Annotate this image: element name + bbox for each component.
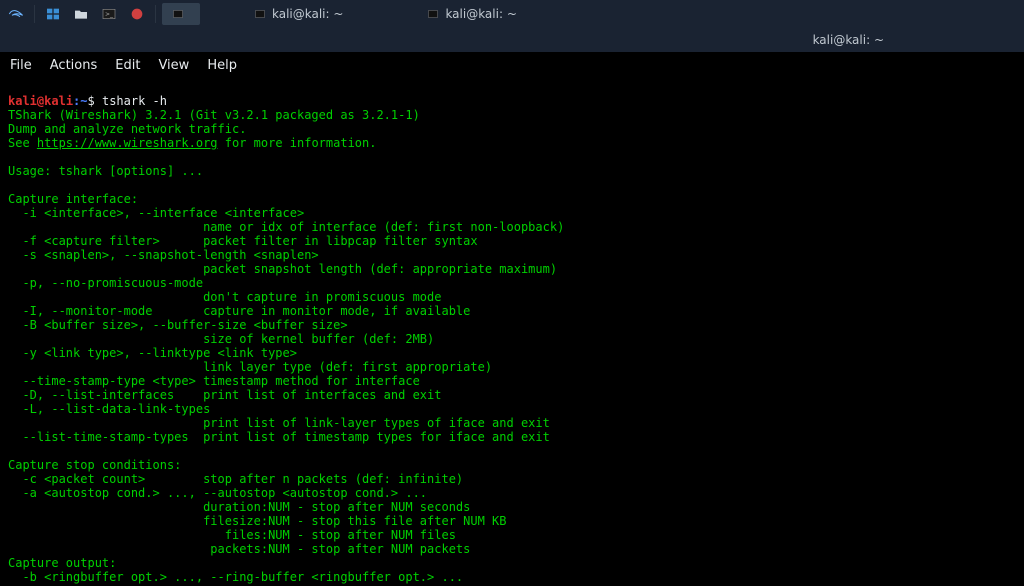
terminal-line: -D, --list-interfaces print list of inte… bbox=[8, 388, 441, 402]
terminal-line: filesize:NUM - stop this file after NUM … bbox=[8, 514, 507, 528]
terminal-line: print list of link-layer types of iface … bbox=[8, 416, 550, 430]
terminal-line: -f <capture filter> packet filter in lib… bbox=[8, 234, 478, 248]
kali-menu-icon[interactable] bbox=[4, 3, 28, 25]
terminal-line: Capture output: bbox=[8, 556, 116, 570]
terminal-line: TShark (Wireshark) 3.2.1 (Git v3.2.1 pac… bbox=[8, 108, 420, 122]
terminal-line: size of kernel buffer (def: 2MB) bbox=[8, 332, 434, 346]
terminal-line: duration:NUM - stop after NUM seconds bbox=[8, 500, 470, 514]
terminal-line: Usage: tshark [options] ... bbox=[8, 164, 203, 178]
prompt-host: kali bbox=[44, 94, 73, 108]
terminal-line: -s <snaplen>, --snapshot-length <snaplen… bbox=[8, 248, 319, 262]
terminal-line bbox=[8, 150, 15, 164]
terminal-line bbox=[8, 444, 15, 458]
window-titlebar[interactable]: kali@kali: ~ bbox=[0, 28, 1024, 52]
terminal-line: Capture stop conditions: bbox=[8, 458, 181, 472]
menu-edit[interactable]: Edit bbox=[115, 58, 140, 73]
terminal-line bbox=[8, 178, 15, 192]
terminal-line: -i <interface>, --interface <interface> bbox=[8, 206, 304, 220]
prompt-sigil: $ bbox=[88, 94, 95, 108]
task-label: kali@kali: ~ bbox=[445, 7, 516, 21]
menu-help[interactable]: Help bbox=[207, 58, 237, 73]
terminal-launcher-icon[interactable]: >_ bbox=[97, 3, 121, 25]
terminal-line: link layer type (def: first appropriate) bbox=[8, 360, 492, 374]
menu-view[interactable]: View bbox=[158, 58, 189, 73]
terminal-output[interactable]: kali@kali:~$ tshark -h TShark (Wireshark… bbox=[0, 78, 1024, 586]
terminal-link[interactable]: https://www.wireshark.org bbox=[37, 136, 218, 150]
prompt-user: kali bbox=[8, 94, 37, 108]
terminal-line: packets:NUM - stop after NUM packets bbox=[8, 542, 470, 556]
taskbar: >_ kali@kali: ~ kali@kali: ~ bbox=[0, 0, 1024, 28]
terminal-line: -a <autostop cond.> ..., --autostop <aut… bbox=[8, 486, 427, 500]
terminal-line: Dump and analyze network traffic. bbox=[8, 122, 246, 136]
taskbar-task-active[interactable] bbox=[162, 3, 200, 25]
terminal-line: See bbox=[8, 136, 37, 150]
window-title-text: kali@kali: ~ bbox=[813, 33, 884, 47]
svg-text:>_: >_ bbox=[105, 11, 114, 18]
terminal-line: -B <buffer size>, --buffer-size <buffer … bbox=[8, 318, 348, 332]
terminal-line: Capture interface: bbox=[8, 192, 138, 206]
separator bbox=[155, 5, 156, 23]
terminal-line: don't capture in promiscuous mode bbox=[8, 290, 441, 304]
prompt-path: ~ bbox=[80, 94, 87, 108]
terminal-line: -p, --no-promiscuous-mode bbox=[8, 276, 203, 290]
app-launcher-icon[interactable] bbox=[125, 3, 149, 25]
file-manager-icon[interactable] bbox=[69, 3, 93, 25]
terminal-line: -y <link type>, --linktype <link type> bbox=[8, 346, 297, 360]
terminal-line: files:NUM - stop after NUM files bbox=[8, 528, 456, 542]
prompt-command: tshark -h bbox=[95, 94, 167, 108]
show-desktop-icon[interactable] bbox=[41, 3, 65, 25]
terminal-line: packet snapshot length (def: appropriate… bbox=[8, 262, 557, 276]
taskbar-task[interactable]: kali@kali: ~ bbox=[417, 3, 526, 25]
menu-file[interactable]: File bbox=[10, 58, 32, 73]
terminal-line: -c <packet count> stop after n packets (… bbox=[8, 472, 463, 486]
terminal-line: -I, --monitor-mode capture in monitor mo… bbox=[8, 304, 470, 318]
terminal-line: -b <ringbuffer opt.> ..., --ring-buffer … bbox=[8, 570, 463, 584]
terminal-line: -L, --list-data-link-types bbox=[8, 402, 210, 416]
menubar: File Actions Edit View Help bbox=[0, 52, 1024, 78]
taskbar-task[interactable]: kali@kali: ~ bbox=[244, 3, 353, 25]
menu-actions[interactable]: Actions bbox=[50, 58, 98, 73]
separator bbox=[34, 5, 35, 23]
terminal-line: --time-stamp-type <type> timestamp metho… bbox=[8, 374, 420, 388]
task-label: kali@kali: ~ bbox=[272, 7, 343, 21]
terminal-line: for more information. bbox=[218, 136, 377, 150]
terminal-line: name or idx of interface (def: first non… bbox=[8, 220, 564, 234]
terminal-line: --list-time-stamp-types print list of ti… bbox=[8, 430, 550, 444]
